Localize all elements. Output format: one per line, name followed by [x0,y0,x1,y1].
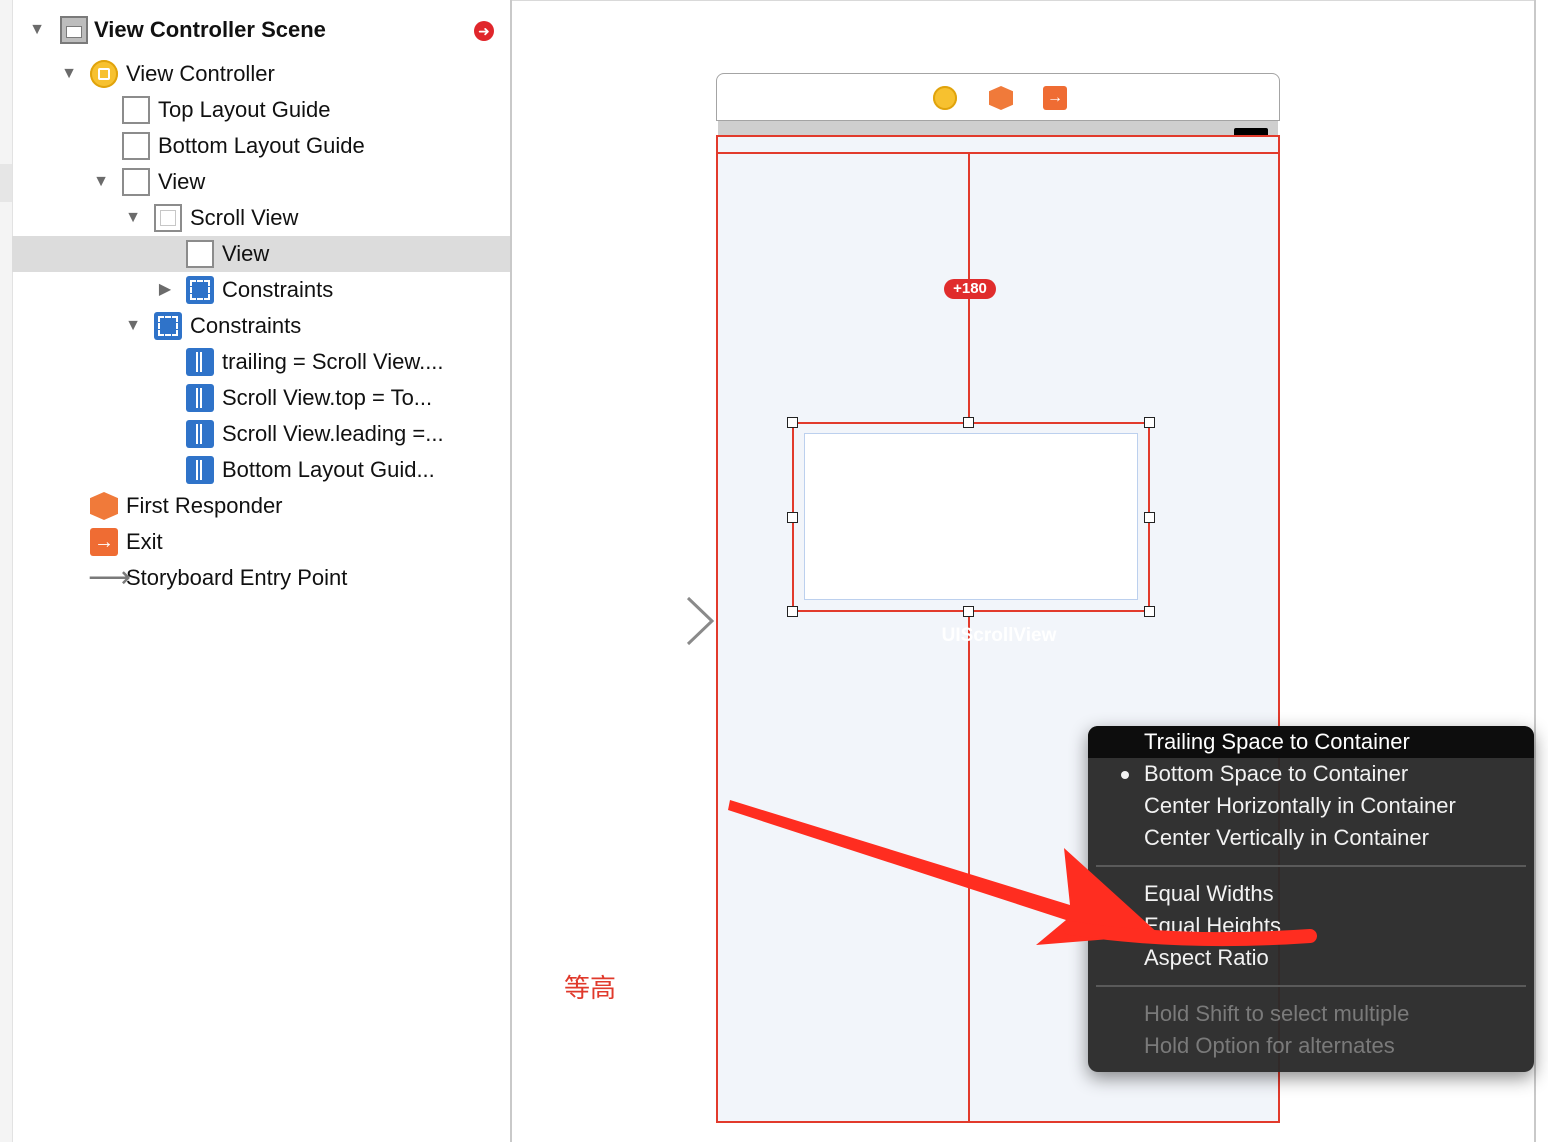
outline-row-scroll-view[interactable]: ▼ Scroll View [12,200,510,236]
constraints-icon [154,312,182,340]
document-outline: ▼ View Controller Scene ➜ ▼ View Control… [0,0,512,1142]
outline-gutter-marker [0,164,12,202]
menu-item-aspect-ratio[interactable]: Aspect Ratio [1088,942,1534,974]
outline-item-label: trailing = Scroll View.... [222,349,444,374]
outline-row-top-layout-guide[interactable]: Top Layout Guide [12,92,510,128]
outline-item-label: Bottom Layout Guid... [222,457,435,482]
outline-row-constraint-top[interactable]: Scroll View.top = To... [12,380,510,416]
exit-icon [90,528,118,556]
layout-guide-icon [122,132,150,160]
outline-row-inner-view[interactable]: View [12,236,510,272]
resize-handle[interactable] [787,417,798,428]
bottom-constraint-line[interactable] [968,612,970,1122]
outline-item-label: View [222,241,270,266]
storyboard-scene-icon [60,16,88,44]
disclosure-triangle-icon[interactable]: ▼ [124,209,142,227]
outline-row-scene[interactable]: ▼ View Controller Scene ➜ [12,12,510,48]
outline-item-label: Constraints [190,313,302,338]
constraint-offset-badge[interactable]: +180 [944,279,996,299]
view-controller-icon [90,60,118,88]
menu-separator [1096,865,1526,867]
outline-item-label: Scroll View.top = To... [222,385,433,410]
scene-dock: → [716,73,1280,121]
top-layout-guide-line [716,152,1278,154]
outline-row-entry-point[interactable]: ⟶ Storyboard Entry Point [12,560,510,596]
menu-item-trailing-space[interactable]: Trailing Space to Container [1088,726,1534,758]
outline-item-label: Scroll View.leading =... [222,421,444,446]
entry-point-arrow-icon: ⟶ [88,561,132,594]
menu-hint-option: Hold Option for alternates [1144,1033,1395,1058]
outline-row-exit[interactable]: Exit [12,524,510,560]
checked-dot-icon [1121,771,1129,779]
outline-row-view-constraints[interactable]: ▼ Constraints [12,308,510,344]
outline-item-label: View Controller [126,61,275,86]
disclosure-triangle-icon[interactable]: ▼ [92,173,110,191]
disclosure-triangle-icon[interactable]: ▼ [124,317,142,335]
resize-handle[interactable] [963,417,974,428]
outline-item-label: First Responder [126,493,283,518]
outline-row-view-controller[interactable]: ▼ View Controller [12,56,510,92]
menu-separator [1096,985,1526,987]
outline-item-label: Bottom Layout Guide [158,133,365,158]
canvas-right-edge [1534,0,1548,1142]
warning-arrow-icon[interactable]: ➜ [474,21,494,41]
outline-item-label: Constraints [222,277,334,302]
outline-item-label: Scroll View [190,205,299,230]
disclosure-triangle-icon[interactable]: ▼ [60,65,78,83]
resize-handle[interactable] [787,512,798,523]
menu-item-equal-heights[interactable]: Equal Heights [1088,910,1534,942]
menu-item-center-horizontally[interactable]: Center Horizontally in Container [1088,790,1534,822]
resize-handle[interactable] [1144,512,1155,523]
menu-item-bottom-space[interactable]: Bottom Space to Container [1088,758,1534,790]
outline-row-constraint-leading[interactable]: Scroll View.leading =... [12,416,510,452]
outline-item-label: Storyboard Entry Point [126,565,348,590]
view-icon [186,240,214,268]
layout-guide-icon [122,96,150,124]
resize-handle[interactable] [963,606,974,617]
outline-item-label: View [158,169,206,194]
menu-hint-shift: Hold Shift to select multiple [1144,1001,1410,1026]
outline-row-view[interactable]: ▼ View [12,164,510,200]
resize-handle[interactable] [1144,417,1155,428]
outline-row-first-responder[interactable]: First Responder [12,488,510,524]
menu-item-equal-widths[interactable]: Equal Widths [1088,878,1534,910]
outline-row-constraint-trailing[interactable]: trailing = Scroll View.... [12,344,510,380]
disclosure-triangle-collapsed-icon[interactable]: ▶ [156,281,174,299]
outline-item-label: View Controller Scene [94,17,326,42]
outline-row-bottom-layout-guide[interactable]: Bottom Layout Guide [12,128,510,164]
first-responder-cube-icon [90,492,118,520]
resize-handle[interactable] [1144,606,1155,617]
view-icon [122,168,150,196]
constraint-icon [186,384,214,412]
content-view[interactable] [804,433,1138,600]
outline-item-label: Top Layout Guide [158,97,331,122]
exit-dock-icon[interactable]: → [1043,86,1067,110]
constraint-icon [186,420,214,448]
menu-item-center-vertically[interactable]: Center Vertically in Container [1088,822,1534,854]
disclosure-triangle-icon[interactable]: ▼ [28,21,46,39]
outline-row-scroll-constraints[interactable]: ▶ Constraints [12,272,510,308]
constraint-icon [186,456,214,484]
storyboard-entry-arrow-icon[interactable] [566,596,716,646]
scroll-view-class-label: UIScrollView [941,625,1057,646]
outline-item-label: Exit [126,529,163,554]
view-controller-dock-icon[interactable] [933,86,957,110]
simulated-status-bar [718,121,1278,135]
constraint-popup-menu[interactable]: Trailing Space to Container Bottom Space… [1088,726,1534,1072]
outline-row-constraint-bottom[interactable]: Bottom Layout Guid... [12,452,510,488]
scroll-view-icon [154,204,182,232]
constraint-icon [186,348,214,376]
menu-item-label: Bottom Space to Container [1144,761,1409,786]
annotation-text: 等高 [564,974,617,1004]
first-responder-dock-icon[interactable] [989,86,1013,110]
resize-handle[interactable] [787,606,798,617]
constraints-icon [186,276,214,304]
